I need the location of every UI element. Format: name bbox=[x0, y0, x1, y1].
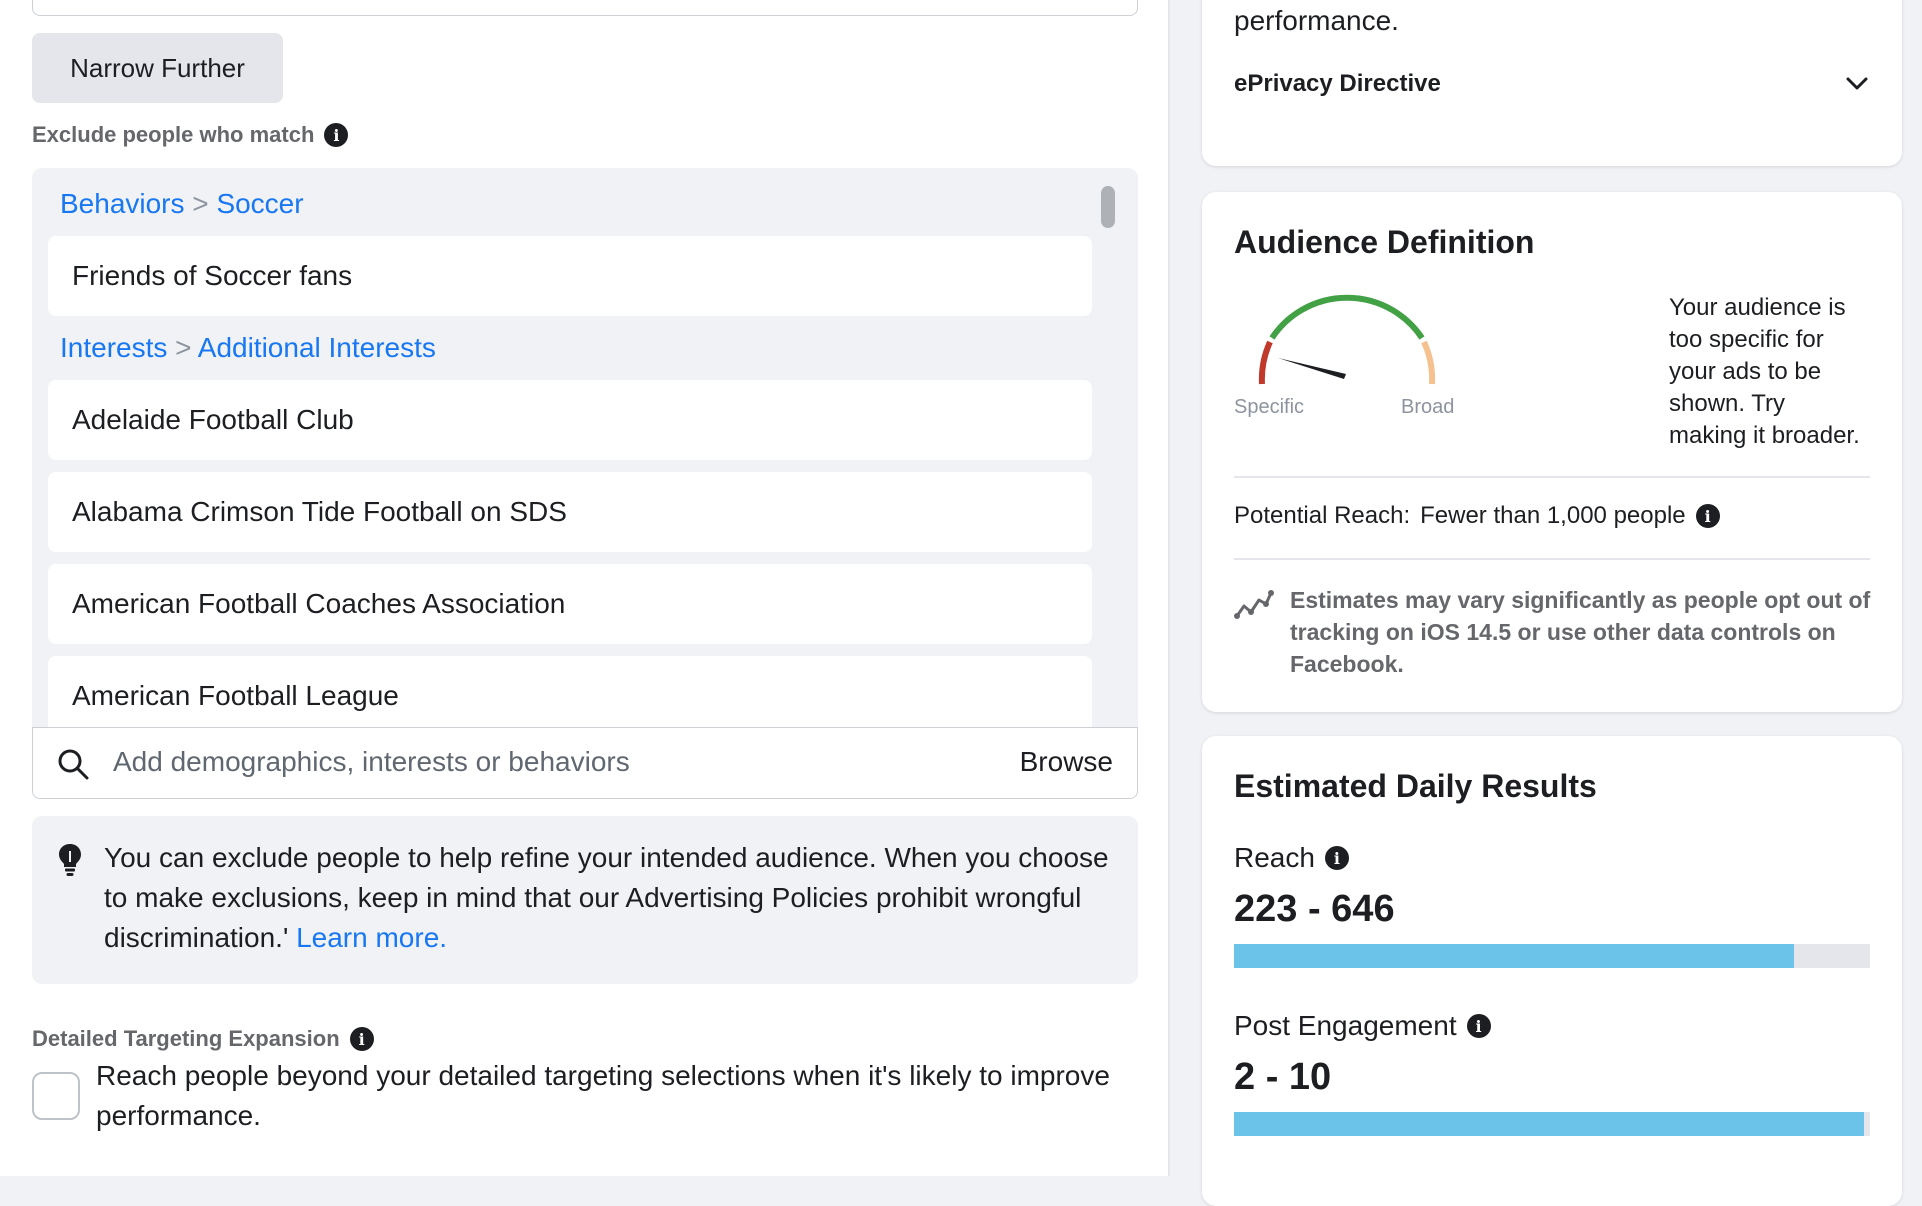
info-icon[interactable]: i bbox=[349, 1027, 374, 1051]
divider bbox=[1234, 558, 1870, 560]
search-icon bbox=[58, 749, 89, 780]
eprivacy-directive-toggle[interactable]: ePrivacy Directive bbox=[1234, 70, 1441, 98]
exclusion-notice: You can exclude people to help refine yo… bbox=[32, 816, 1138, 984]
crumb-interests-link[interactable]: Interests bbox=[60, 332, 167, 363]
estimate-disclaimer: Estimates may vary significantly as peop… bbox=[1290, 587, 1871, 677]
reach-bar-fill bbox=[1234, 944, 1794, 968]
reach-label-text: Reach bbox=[1234, 842, 1315, 873]
expansion-checkbox[interactable] bbox=[32, 1072, 80, 1120]
notice-text: You can exclude people to help refine yo… bbox=[104, 838, 1114, 958]
card-title: Audience Definition bbox=[1234, 224, 1535, 260]
card-title: Estimated Daily Results bbox=[1234, 768, 1597, 804]
gauge-label-broad: Broad bbox=[1401, 396, 1455, 418]
include-input-box[interactable] bbox=[32, 0, 1138, 16]
crumb-behaviors-link[interactable]: Behaviors bbox=[60, 188, 185, 219]
info-icon[interactable]: i bbox=[324, 123, 349, 147]
divider bbox=[1234, 476, 1870, 478]
detailed-targeting-panel: Narrow Further Exclude people who match … bbox=[0, 0, 1168, 1176]
breadcrumb: Interests > Additional Interests bbox=[60, 332, 436, 364]
potential-reach-value: Fewer than 1,000 people bbox=[1420, 502, 1686, 529]
gauge-label-specific: Specific bbox=[1234, 396, 1305, 418]
expansion-label-text: Detailed Targeting Expansion bbox=[32, 1026, 340, 1051]
card-text: performance. bbox=[1234, 5, 1399, 36]
post-engagement-label: Post Engagement i bbox=[1234, 1010, 1491, 1042]
list-item[interactable]: Adelaide Football Club bbox=[48, 380, 1092, 460]
reach-bar bbox=[1234, 944, 1870, 968]
search-placeholder[interactable]: Add demographics, interests or behaviors bbox=[113, 746, 630, 778]
info-icon[interactable]: i bbox=[1324, 846, 1349, 870]
scrollbar-thumb[interactable] bbox=[1101, 186, 1115, 228]
learn-more-link[interactable]: Learn more. bbox=[296, 922, 447, 953]
crumb-separator: > bbox=[175, 332, 192, 363]
expansion-checkbox-label[interactable]: Reach people beyond your detailed target… bbox=[96, 1056, 1136, 1136]
scrollbar-track[interactable] bbox=[1094, 184, 1116, 724]
potential-reach: Potential Reach: Fewer than 1,000 people… bbox=[1234, 502, 1720, 530]
info-icon[interactable]: i bbox=[1466, 1014, 1491, 1038]
lightbulb-icon bbox=[59, 844, 81, 876]
post-engagement-bar-fill bbox=[1234, 1112, 1864, 1136]
trend-icon bbox=[1234, 590, 1274, 619]
post-engagement-value: 2 - 10 bbox=[1234, 1056, 1332, 1098]
eprivacy-card: performance. ePrivacy Directive bbox=[1202, 0, 1902, 166]
list-item[interactable]: American Football League bbox=[48, 656, 1092, 728]
panel-divider bbox=[1168, 0, 1170, 1176]
exclude-search-field[interactable]: Add demographics, interests or behaviors… bbox=[32, 727, 1138, 799]
exclude-label-text: Exclude people who match bbox=[32, 122, 315, 147]
list-item[interactable]: American Football Coaches Association bbox=[48, 564, 1092, 644]
browse-button[interactable]: Browse bbox=[1020, 746, 1113, 778]
crumb-separator: > bbox=[192, 188, 209, 219]
post-engagement-bar bbox=[1234, 1112, 1870, 1136]
exclusion-list: Behaviors > Soccer Friends of Soccer fan… bbox=[32, 168, 1138, 728]
expansion-label: Detailed Targeting Expansion i bbox=[32, 1026, 374, 1052]
crumb-additional-interests-link[interactable]: Additional Interests bbox=[198, 332, 436, 363]
exclude-label: Exclude people who match i bbox=[32, 122, 349, 148]
list-item[interactable]: Friends of Soccer fans bbox=[48, 236, 1092, 316]
notice-body: You can exclude people to help refine yo… bbox=[104, 842, 1109, 953]
list-item[interactable]: Alabama Crimson Tide Football on SDS bbox=[48, 472, 1092, 552]
breadcrumb: Behaviors > Soccer bbox=[60, 188, 304, 220]
info-icon[interactable]: i bbox=[1695, 504, 1720, 528]
post-engagement-label-text: Post Engagement bbox=[1234, 1010, 1457, 1041]
reach-label: Reach i bbox=[1234, 842, 1349, 874]
crumb-soccer-link[interactable]: Soccer bbox=[216, 188, 303, 219]
chevron-down-icon[interactable] bbox=[1844, 70, 1870, 96]
narrow-further-button[interactable]: Narrow Further bbox=[32, 33, 283, 103]
reach-value: 223 - 646 bbox=[1234, 888, 1395, 930]
gauge-needle bbox=[1278, 358, 1346, 379]
potential-reach-label: Potential Reach: bbox=[1234, 502, 1411, 529]
audience-message: Your audience is too specific for your a… bbox=[1669, 294, 1860, 449]
